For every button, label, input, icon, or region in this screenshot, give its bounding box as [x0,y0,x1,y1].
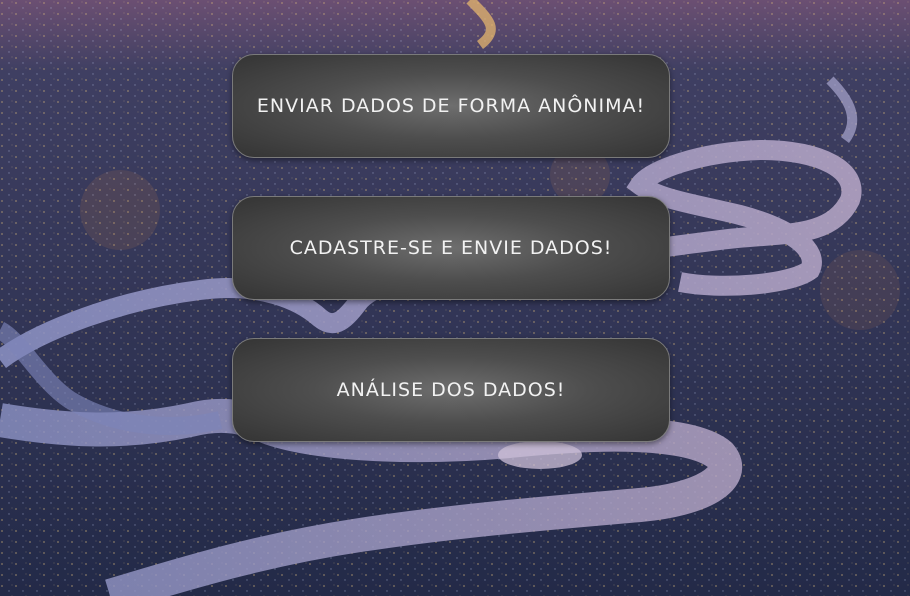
register-and-send-label: Cadastre-se e envie dados! [289,237,613,259]
register-and-send-button[interactable]: Cadastre-se e envie dados! [232,196,670,300]
send-anonymous-data-button[interactable]: Enviar dados de forma anônima! [232,54,670,158]
send-anonymous-data-label: Enviar dados de forma anônima! [256,95,646,117]
data-analysis-label: Análise dos dados! [336,379,566,401]
data-analysis-button[interactable]: Análise dos dados! [232,338,670,442]
